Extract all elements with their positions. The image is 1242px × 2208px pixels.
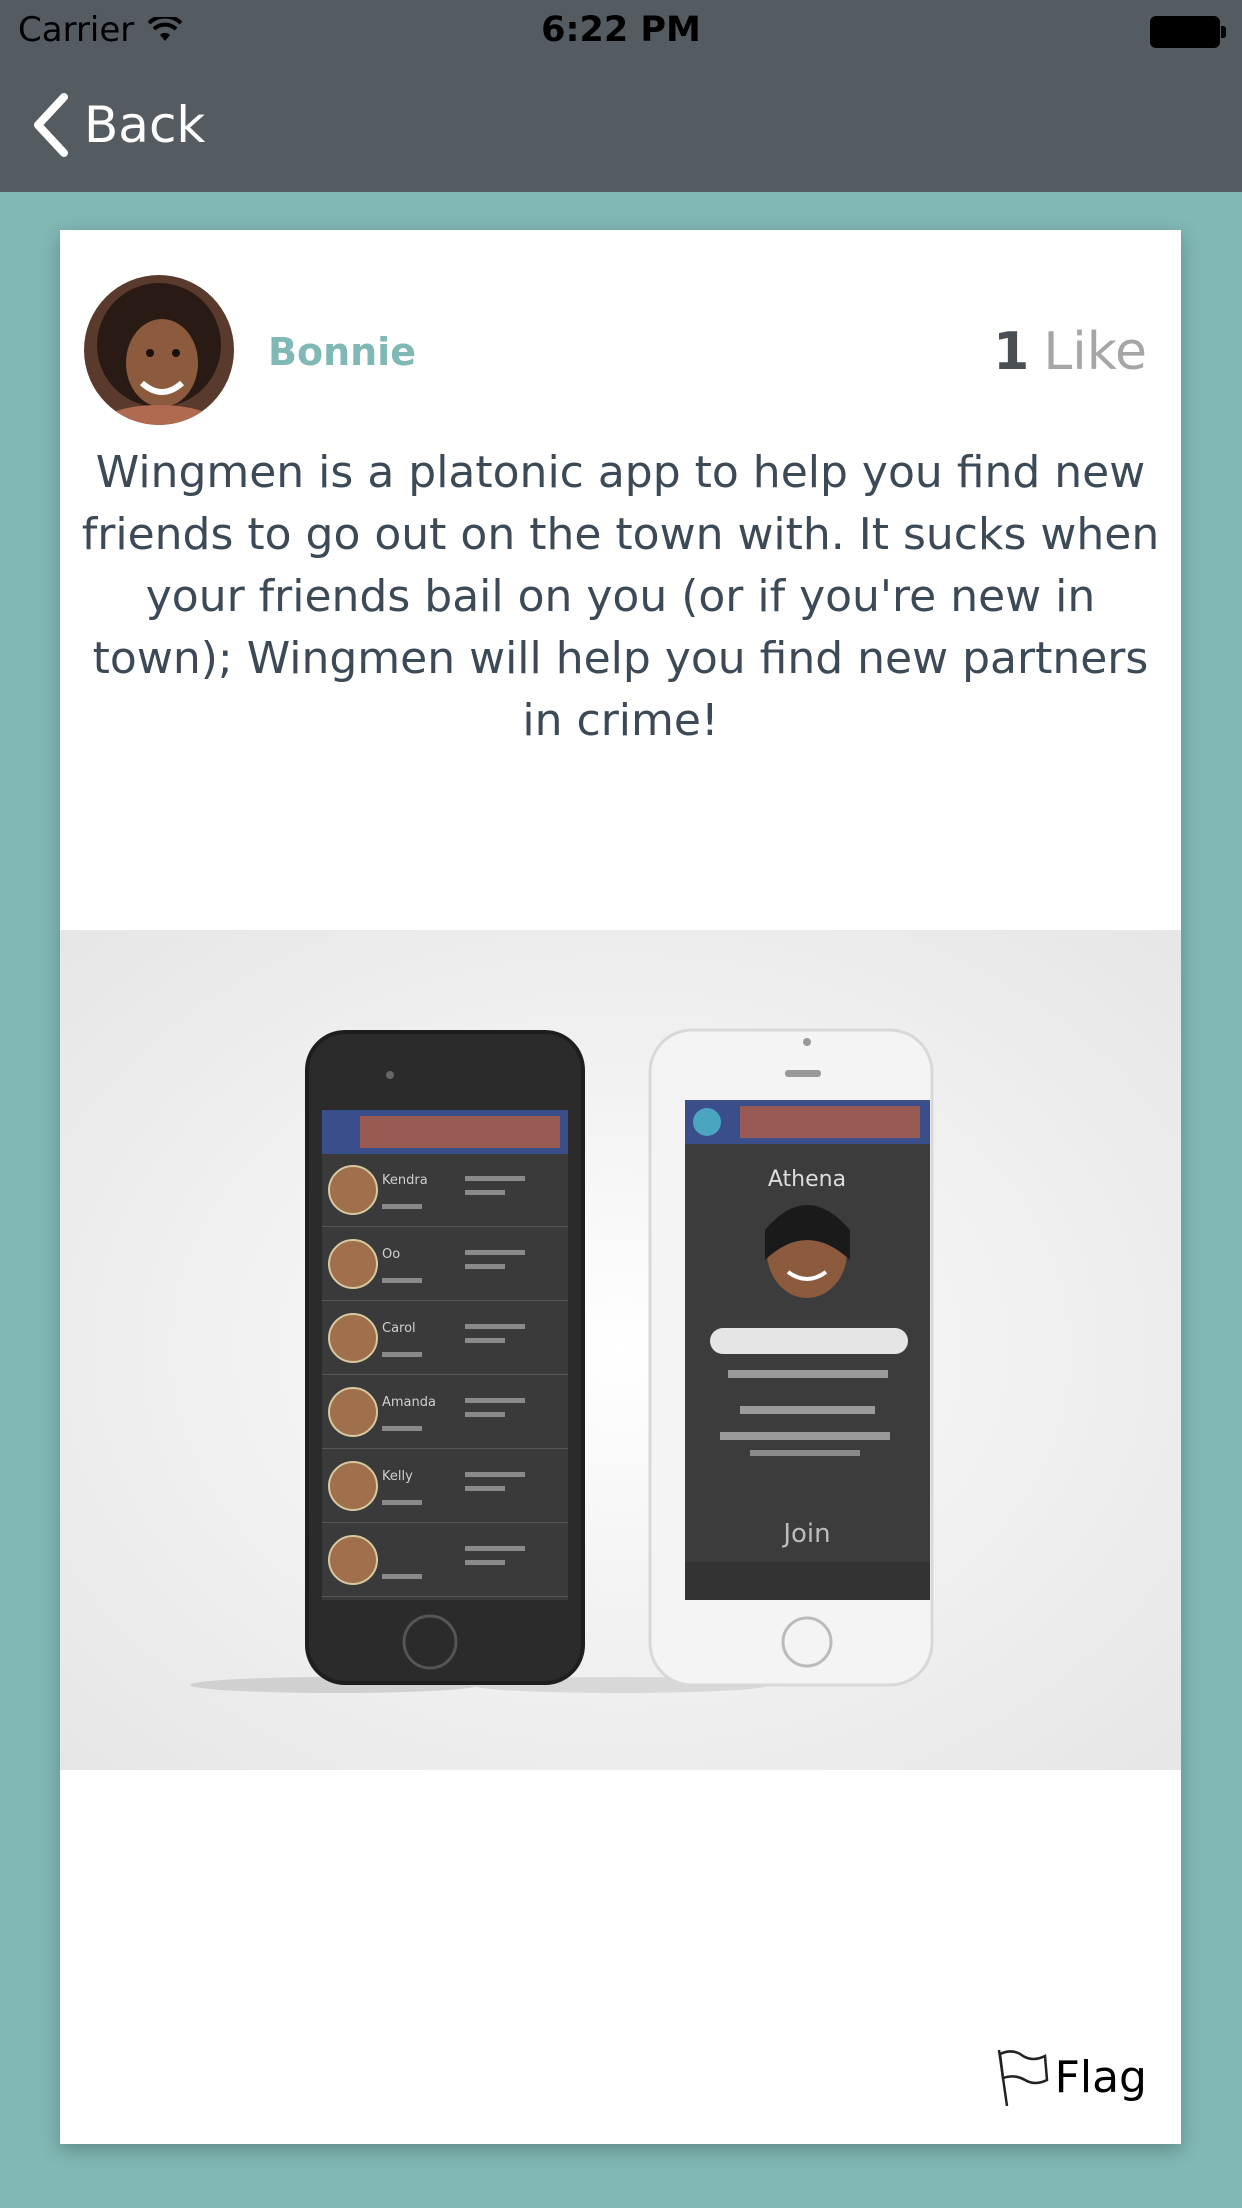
flag-icon	[997, 2049, 1048, 2107]
right-phone-name: Athena	[768, 1167, 846, 1192]
like-count: 1	[993, 322, 1030, 382]
post-image[interactable]: Kendra Oo Carol Amanda Kelly Athena Join	[60, 930, 1181, 1770]
navigation-bar: Back	[0, 62, 1242, 192]
phones-illustration: Kendra Oo Carol Amanda Kelly Athena Join	[190, 1028, 934, 1693]
like-label: Like	[1043, 322, 1147, 382]
left-phone-row-name: Amanda	[382, 1395, 436, 1410]
flag-label: Flag	[1054, 2051, 1147, 2103]
avatar[interactable]	[84, 275, 234, 425]
back-button[interactable]: Back	[30, 90, 205, 160]
battery-icon	[1150, 16, 1226, 48]
status-bar: Carrier 6:22 PM	[0, 0, 1242, 62]
left-phone-row-name: Oo	[382, 1247, 400, 1262]
right-phone-join: Join	[781, 1519, 830, 1549]
left-phone-row-name: Kendra	[382, 1173, 428, 1188]
flag-button[interactable]: Flag	[993, 2046, 1147, 2108]
chevron-left-icon	[34, 93, 68, 157]
left-phone-row-name: Carol	[382, 1321, 416, 1336]
post-text: Wingmen is a platonic app to help you fi…	[81, 447, 1160, 746]
like-counter[interactable]: 1 Like	[993, 322, 1147, 382]
back-label: Back	[84, 96, 206, 154]
right-phone: Athena Join	[648, 1028, 934, 1687]
author-name[interactable]: Bonnie	[268, 330, 416, 374]
post-card: Bonnie 1 Like Wingmen is a platonic app t…	[60, 230, 1181, 2144]
status-time: 6:22 PM	[541, 10, 701, 50]
avatar-image	[84, 275, 234, 425]
left-phone-row-name: Kelly	[382, 1469, 413, 1484]
